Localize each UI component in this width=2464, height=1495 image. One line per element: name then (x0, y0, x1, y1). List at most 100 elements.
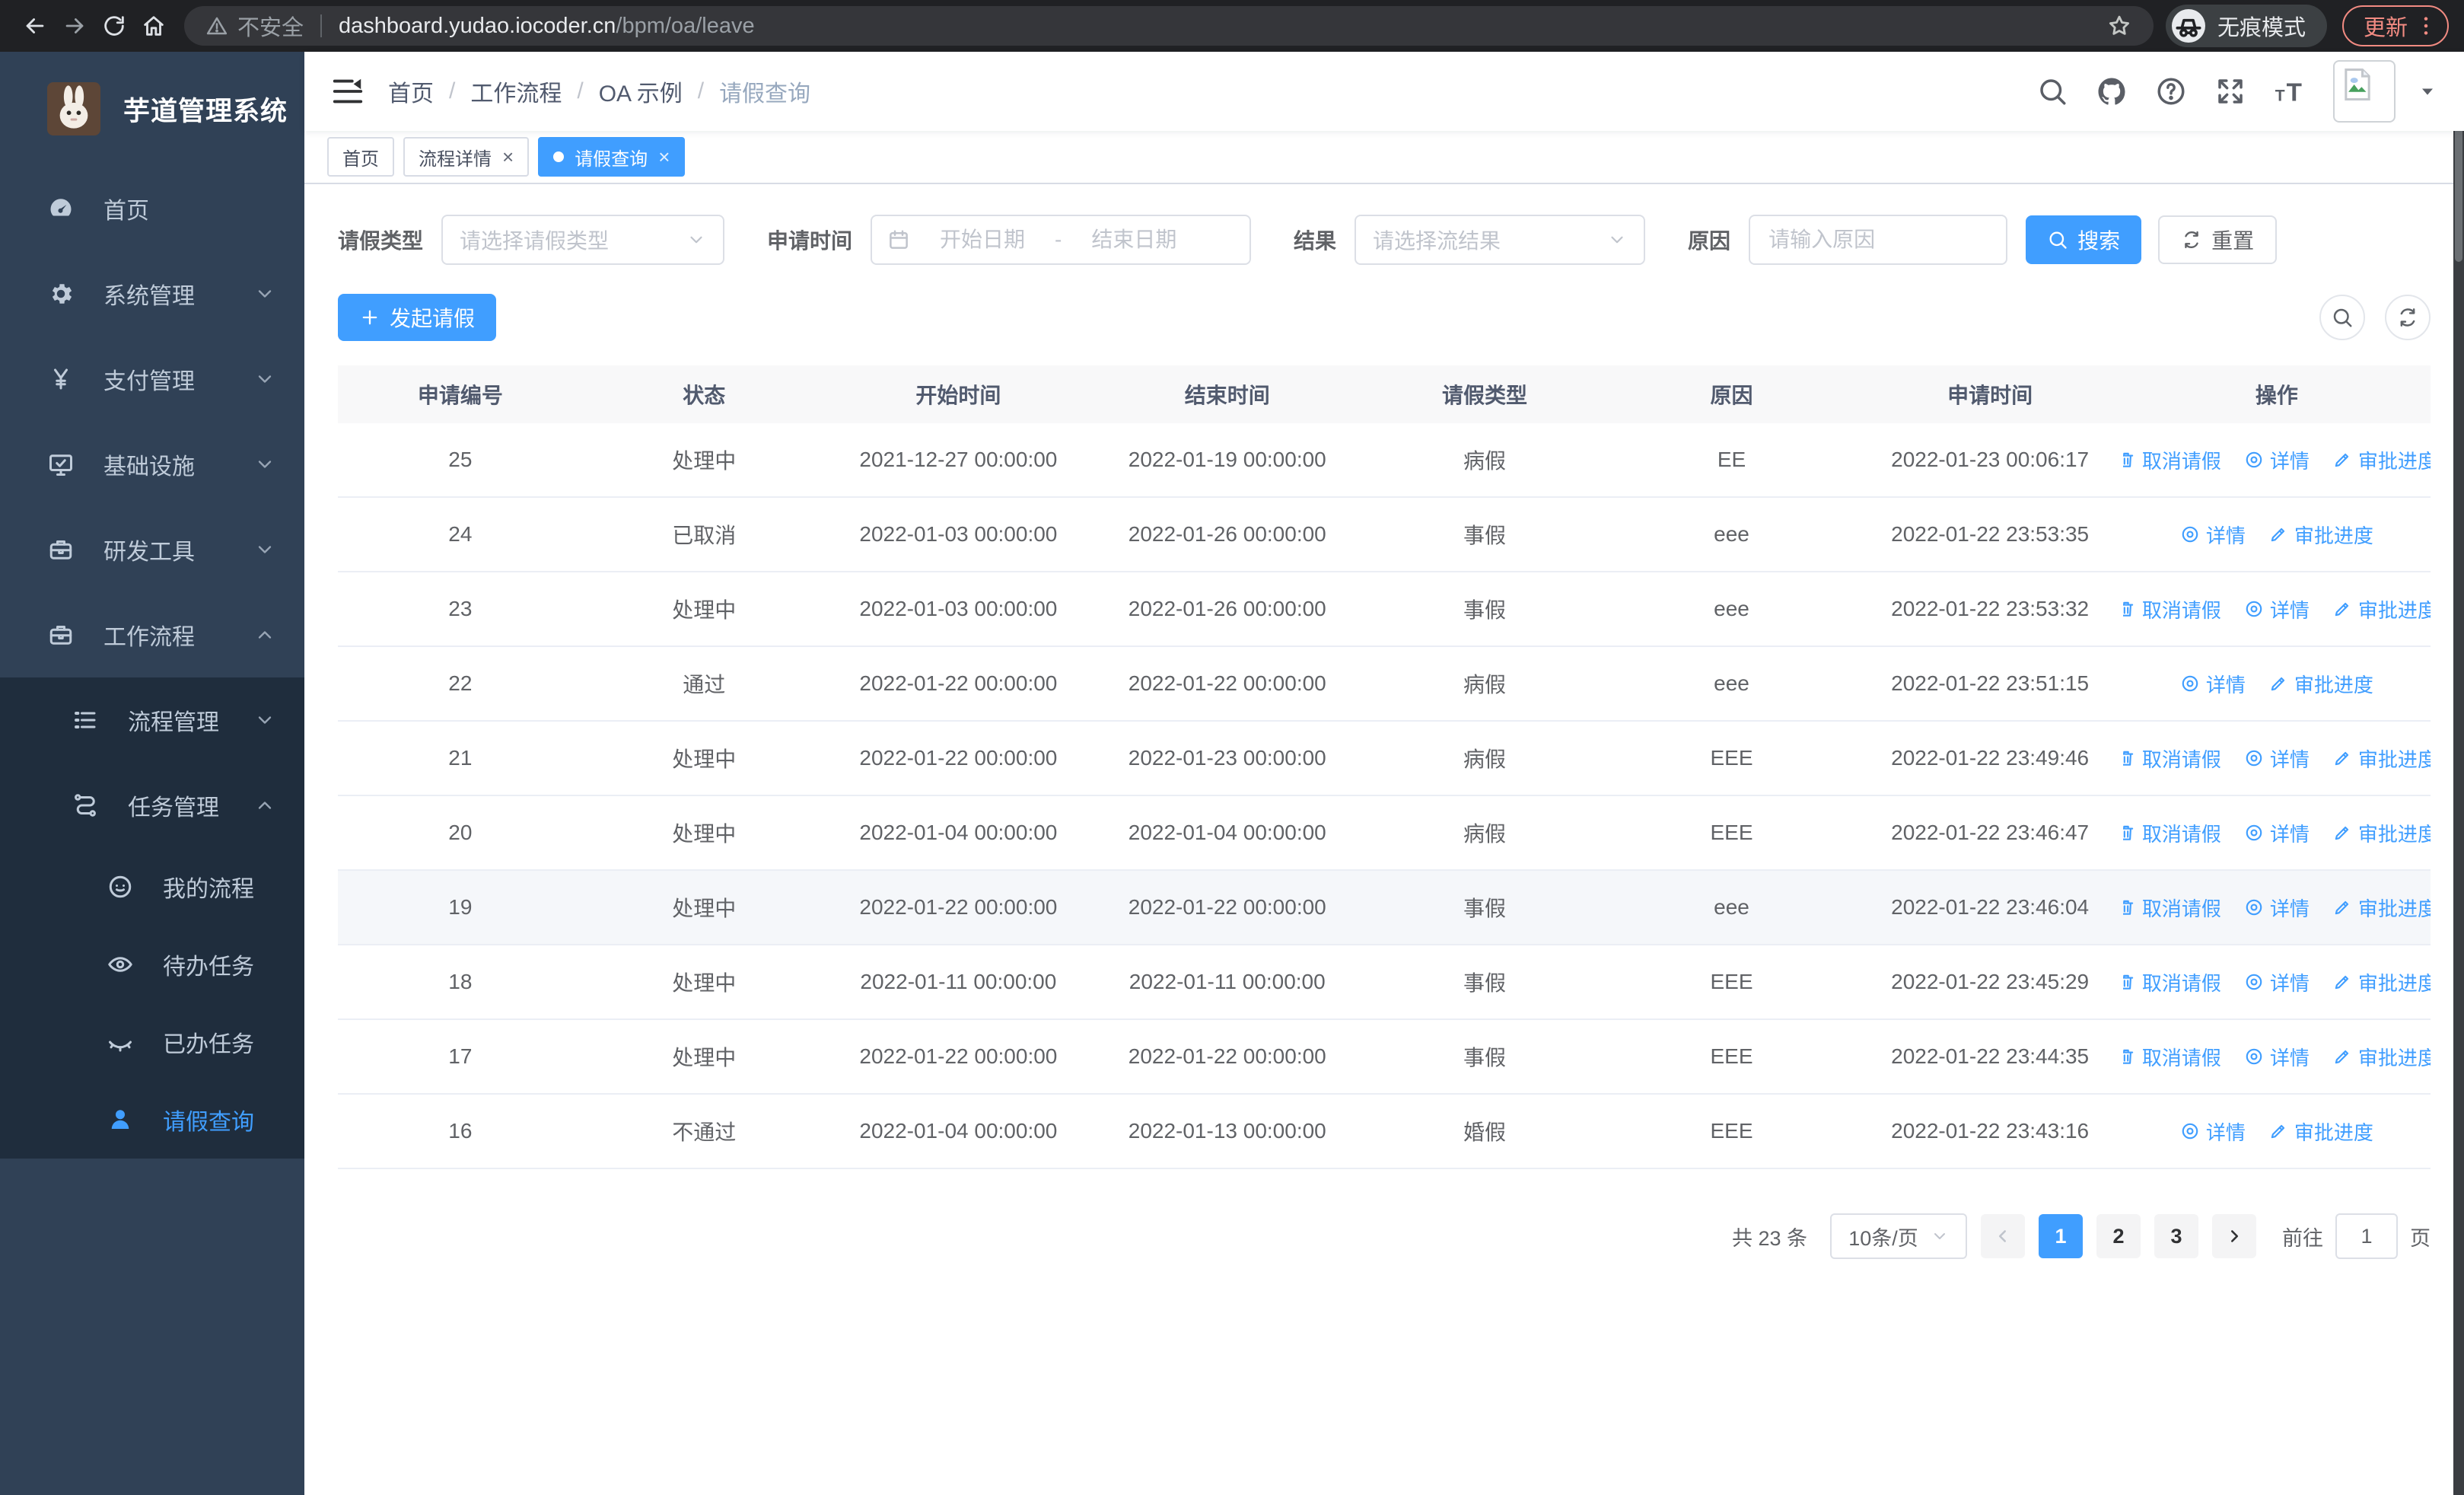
font-size-button[interactable]: TT (2274, 75, 2306, 107)
sidebar-item-done-task[interactable]: 已办任务 (0, 1003, 304, 1081)
chevron-down-icon (254, 368, 275, 390)
sidebar-item-leave-query[interactable]: 请假查询 (0, 1081, 304, 1159)
apply-time-range-picker[interactable]: - (871, 215, 1252, 265)
browser-update-button[interactable]: 更新 (2341, 5, 2449, 46)
sidebar-item-home[interactable]: 首页 (0, 166, 304, 251)
action-detail[interactable]: 详情 (2244, 1043, 2310, 1071)
page-button-3[interactable]: 3 (2154, 1214, 2198, 1258)
sidebar-item-my-process[interactable]: 我的流程 (0, 848, 304, 926)
action-progress[interactable]: 审批进度 (2332, 894, 2431, 922)
chevron-down-icon (254, 709, 275, 731)
view-icon (2244, 748, 2264, 768)
sidebar-item-system[interactable]: 系统管理 (0, 251, 304, 336)
fullscreen-button[interactable] (2214, 75, 2246, 107)
start-date-input[interactable] (918, 228, 1048, 252)
sidebar-item-task-mgmt[interactable]: 任务管理 (0, 763, 304, 848)
action-detail[interactable]: 详情 (2244, 446, 2310, 474)
action-progress[interactable]: 审批进度 (2332, 446, 2431, 474)
browser-reload-button[interactable] (94, 6, 134, 46)
action-detail[interactable]: 详情 (2244, 968, 2310, 996)
action-cancel[interactable]: 取消请假 (2122, 894, 2221, 922)
sidebar-item-process-mgmt[interactable]: 流程管理 (0, 677, 304, 763)
action-progress[interactable]: 审批进度 (2332, 744, 2431, 773)
sidebar-item-workflow[interactable]: 工作流程 (0, 592, 304, 677)
search-button[interactable] (2036, 75, 2068, 107)
edit-icon (2268, 524, 2288, 544)
page-button-1[interactable]: 1 (2039, 1214, 2083, 1258)
cell-start: 2022-01-03 00:00:00 (859, 597, 1058, 620)
sidebar-item-todo-task[interactable]: 待办任务 (0, 926, 304, 1003)
action-cancel[interactable]: 取消请假 (2122, 744, 2221, 773)
eye-closed-icon (107, 1028, 134, 1056)
action-detail[interactable]: 详情 (2180, 1117, 2246, 1146)
action-cancel[interactable]: 取消请假 (2122, 968, 2221, 996)
tab-close-icon[interactable]: × (502, 147, 514, 167)
github-button[interactable] (2096, 75, 2128, 107)
leave-type-select[interactable]: 请选择请假类型 (441, 215, 725, 265)
dashboard-icon (47, 195, 75, 222)
result-select[interactable]: 请选择流结果 (1355, 215, 1646, 265)
chevron-up-icon (254, 624, 275, 645)
edit-icon (2268, 674, 2288, 693)
refresh-table-button[interactable] (2385, 295, 2431, 340)
breadcrumb-item[interactable]: 首页 (388, 75, 434, 108)
action-progress[interactable]: 审批进度 (2332, 1043, 2431, 1071)
page-button-2[interactable]: 2 (2096, 1214, 2141, 1258)
action-detail[interactable]: 详情 (2244, 744, 2310, 773)
action-progress[interactable]: 审批进度 (2332, 819, 2431, 847)
prev-page-button[interactable] (1981, 1214, 2025, 1258)
action-detail[interactable]: 详情 (2180, 670, 2246, 698)
search-button[interactable]: 搜索 (2026, 215, 2142, 264)
create-leave-button[interactable]: 发起请假 (338, 294, 497, 341)
action-progress[interactable]: 审批进度 (2332, 968, 2431, 996)
action-label: 取消请假 (2141, 598, 2221, 622)
action-progress[interactable]: 审批进度 (2268, 670, 2373, 698)
action-cancel[interactable]: 取消请假 (2122, 819, 2221, 847)
question-button[interactable] (2155, 75, 2187, 107)
bookmark-star-icon[interactable] (2106, 13, 2132, 39)
security-indicator[interactable]: 不安全 (205, 10, 304, 42)
browser-back-button[interactable] (15, 6, 55, 46)
action-progress[interactable]: 审批进度 (2332, 595, 2431, 623)
tab-close-icon[interactable]: × (658, 147, 670, 167)
action-progress[interactable]: 审批进度 (2268, 1117, 2373, 1146)
reset-button[interactable]: 重置 (2158, 215, 2278, 264)
sidebar-collapse-icon[interactable] (330, 74, 365, 109)
action-detail[interactable]: 详情 (2244, 595, 2310, 623)
goto-page-input[interactable] (2335, 1213, 2398, 1259)
cell-start: 2022-01-04 00:00:00 (859, 1119, 1058, 1143)
sidebar-item-infra[interactable]: 基础设施 (0, 422, 304, 507)
toggle-search-button[interactable] (2319, 295, 2365, 340)
sidebar-item-pay[interactable]: 支付管理 (0, 336, 304, 422)
browser-home-button[interactable] (134, 6, 173, 46)
sidebar-item-devtool[interactable]: 研发工具 (0, 507, 304, 592)
tab-流程详情[interactable]: 流程详情 × (403, 137, 530, 177)
caret-down-icon[interactable] (2417, 81, 2438, 102)
app-logo[interactable]: 芋道管理系统 (0, 52, 304, 166)
page-scrollbar[interactable] (2453, 52, 2464, 1495)
tab-首页[interactable]: 首页 (327, 137, 394, 177)
tab-请假查询[interactable]: 请假查询 × (538, 137, 686, 177)
address-bar[interactable]: 不安全 dashboard.yudao.iocoder.cn /bpm/oa/l… (184, 6, 2154, 46)
action-detail[interactable]: 详情 (2180, 521, 2246, 549)
browser-forward-button[interactable] (55, 6, 94, 46)
table-row: 24 已取消 2022-01-03 00:00:00 2022-01-26 00:00… (338, 498, 2431, 572)
action-cancel[interactable]: 取消请假 (2122, 446, 2221, 474)
action-cancel[interactable]: 取消请假 (2122, 1043, 2221, 1071)
page-size-select[interactable]: 10条/页 (1830, 1213, 1967, 1259)
menu-dots-icon[interactable] (2414, 14, 2438, 38)
action-cancel[interactable]: 取消请假 (2122, 595, 2221, 623)
briefcase-icon (47, 536, 75, 563)
user-avatar[interactable] (2333, 60, 2396, 123)
reason-input[interactable] (1749, 215, 2008, 265)
chevron-left-icon (1993, 1226, 2013, 1246)
end-date-input[interactable] (1069, 228, 1199, 252)
next-page-button[interactable] (2212, 1214, 2256, 1258)
action-detail[interactable]: 详情 (2244, 819, 2310, 847)
action-progress[interactable]: 审批进度 (2268, 521, 2373, 549)
security-label: 不安全 (237, 16, 304, 40)
chevron-down-icon (686, 230, 706, 250)
breadcrumb-item[interactable]: 工作流程 (470, 75, 562, 108)
action-detail[interactable]: 详情 (2244, 894, 2310, 922)
breadcrumb-item[interactable]: OA 示例 (599, 75, 683, 108)
